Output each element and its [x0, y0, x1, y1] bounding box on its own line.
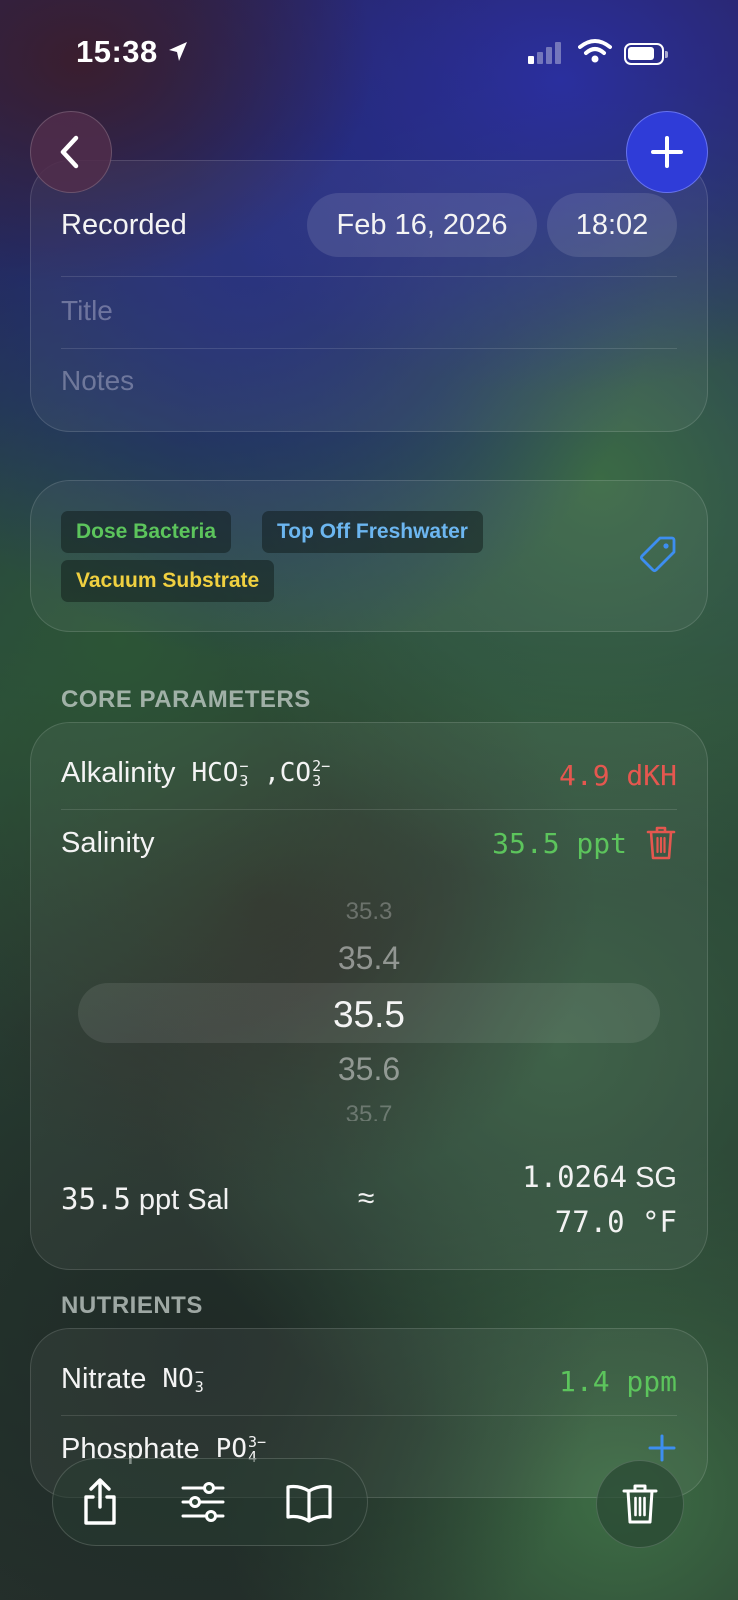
tags-card: Dose Bacteria Top Off Freshwater Vacuum …: [30, 480, 708, 632]
delete-entry-button[interactable]: [596, 1460, 684, 1548]
alkalinity-row[interactable]: Alkalinity HCO −3 ,CO 2− 3: [61, 757, 330, 790]
trash-icon: [622, 1484, 658, 1524]
section-heading-core-parameters: CORE PARAMETERS: [61, 686, 311, 713]
plus-icon: [651, 136, 683, 168]
record-info-card: Recorded Feb 16, 2026 18:02 Title Notes: [30, 160, 708, 432]
conversion-salinity-value: 35.5: [61, 1182, 131, 1216]
nitrate-formula: NO −3: [162, 1362, 204, 1396]
share-icon: [84, 1478, 116, 1525]
title-field[interactable]: Title: [61, 295, 681, 327]
conversion-sg: 1.0264 SG: [522, 1160, 677, 1195]
tag-chip-vacuum-substrate[interactable]: Vacuum Substrate: [61, 560, 275, 602]
wifi-icon: [578, 38, 612, 69]
nitrate-label: Nitrate: [61, 1363, 147, 1395]
back-button[interactable]: [30, 111, 112, 193]
temp-value: 77.0: [554, 1205, 625, 1239]
divider: [61, 348, 677, 349]
nitrate-value[interactable]: 1.4 ppm: [559, 1365, 677, 1398]
alkalinity-value[interactable]: 4.9 dKH: [559, 759, 677, 792]
cellular-signal-icon: [528, 42, 561, 64]
sliders-icon: [181, 1482, 225, 1522]
battery-icon: [624, 43, 668, 65]
guide-button[interactable]: [285, 1483, 333, 1528]
picker-option[interactable]: 35.6: [0, 1051, 738, 1088]
tag-chip-dose-bacteria[interactable]: Dose Bacteria: [61, 511, 232, 553]
share-button[interactable]: [79, 1477, 121, 1532]
nitrate-row[interactable]: Nitrate NO −3: [61, 1363, 204, 1396]
adjust-button[interactable]: [181, 1481, 225, 1528]
plus-icon: [648, 1434, 676, 1462]
date-picker-button[interactable]: Feb 16, 2026: [307, 193, 537, 257]
tag-chip-top-off-freshwater[interactable]: Top Off Freshwater: [262, 511, 483, 553]
add-button[interactable]: [626, 111, 708, 193]
chevron-left-icon: [60, 135, 79, 169]
book-icon: [286, 1484, 332, 1523]
divider: [61, 809, 677, 810]
picker-option-selected[interactable]: 35.5: [0, 994, 738, 1036]
trash-icon: [646, 826, 676, 860]
picker-option[interactable]: 35.4: [0, 940, 738, 977]
alkalinity-label: Alkalinity: [61, 757, 176, 789]
conversion-salinity-unit: ppt Sal: [130, 1184, 230, 1216]
conversion-left: 35.5 ppt Sal: [61, 1182, 229, 1217]
tag-icon[interactable]: [639, 535, 677, 578]
section-heading-nutrients: NUTRIENTS: [61, 1292, 203, 1319]
alkalinity-formula: HCO −3 ,CO 2− 3: [191, 756, 331, 790]
divider: [61, 1415, 677, 1416]
picker-option[interactable]: 35.7: [0, 1101, 738, 1121]
status-time: 15:38: [76, 34, 158, 69]
bottom-toolbar: [52, 1458, 368, 1546]
picker-option[interactable]: 35.3: [0, 901, 738, 923]
sg-value: 1.0264: [522, 1160, 628, 1194]
location-arrow-icon: [166, 40, 190, 69]
time-picker-button[interactable]: 18:02: [547, 193, 677, 257]
sg-unit: SG: [627, 1162, 677, 1194]
salinity-value[interactable]: 35.5 ppt: [492, 827, 627, 860]
divider: [61, 276, 677, 277]
recorded-label: Recorded: [61, 209, 187, 241]
temp-unit: °F: [624, 1205, 677, 1239]
delete-salinity-button[interactable]: [645, 825, 677, 866]
conversion-temp: 77.0 °F: [555, 1205, 677, 1239]
notes-field[interactable]: Notes: [61, 365, 681, 397]
approx-symbol: ≈: [358, 1182, 375, 1215]
salinity-label: Salinity: [61, 827, 155, 859]
